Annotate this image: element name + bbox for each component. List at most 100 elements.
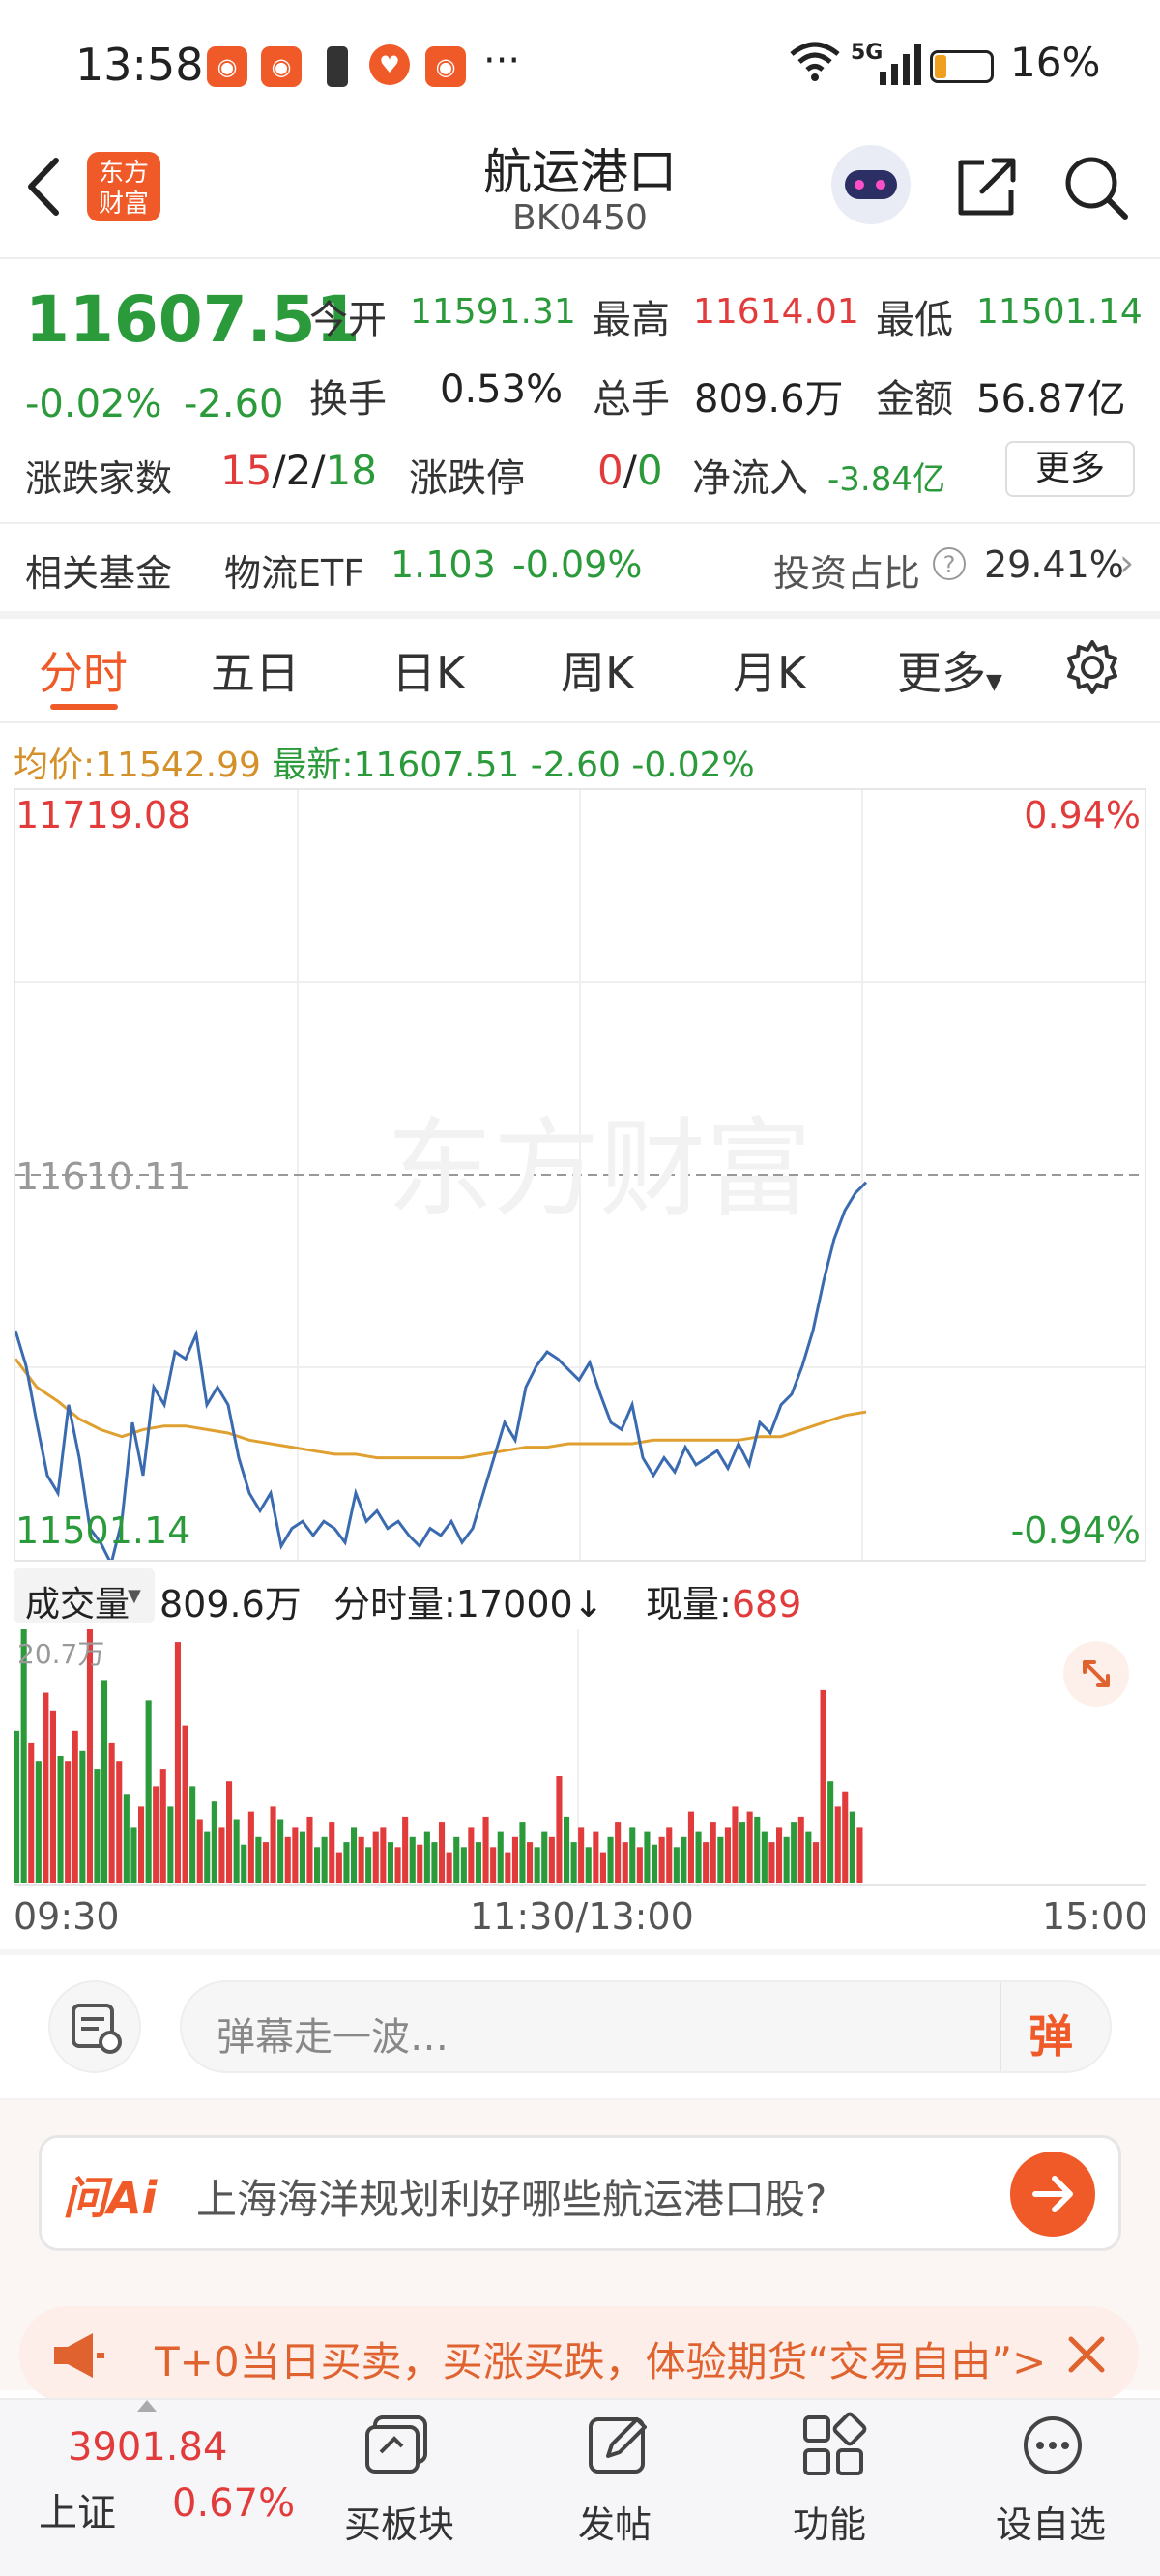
volume-selector[interactable]: 成交量 ▼ (14, 1568, 155, 1625)
volume-bar (241, 1844, 247, 1883)
volume-chart[interactable]: 20.7万 (14, 1629, 1146, 1886)
more-button[interactable]: 更多 (1005, 441, 1135, 497)
add-watchlist-button[interactable]: 设自选 (990, 2400, 1116, 2574)
volume-bar (57, 1756, 64, 1883)
volume-bar (754, 1816, 761, 1883)
volume-bar (615, 1822, 622, 1883)
open-label: 今开 (309, 298, 387, 342)
low-value: 11501.14 (976, 292, 1143, 332)
volume-bar (182, 1725, 188, 1883)
turnover-value: 0.53% (440, 367, 564, 412)
volume-bar (505, 1852, 511, 1883)
volume-bar (284, 1836, 291, 1883)
volume-bar (453, 1836, 460, 1883)
volume-bar (820, 1689, 826, 1883)
volume-bar (732, 1806, 739, 1883)
volume-total: 809.6万 (160, 1583, 302, 1625)
volume-bar (402, 1816, 409, 1883)
tick-volume: 分时量:17000↓ (334, 1583, 604, 1625)
volume-bar (490, 1847, 497, 1883)
functions-button[interactable]: 功能 (775, 2400, 891, 2574)
prev-close-label: 11610.11 (15, 1156, 191, 1198)
volume-bar (673, 1847, 680, 1883)
volume-bar (534, 1847, 540, 1883)
dropdown-caret-icon: ▼ (986, 670, 1002, 694)
tab-five-day[interactable]: 五日 (211, 638, 300, 702)
volume-bar (277, 1819, 284, 1883)
volume-bar (102, 1680, 108, 1883)
help-icon[interactable]: ? (933, 547, 966, 580)
tab-week-k[interactable]: 周K (561, 638, 634, 702)
alert-icon (327, 46, 348, 87)
volume-bar (827, 1781, 834, 1883)
tab-month-k[interactable]: 月K (733, 638, 806, 702)
close-icon[interactable] (1063, 2331, 1110, 2382)
battery-level: 16% (1010, 39, 1101, 86)
volume-bar (798, 1816, 804, 1883)
volume-bar (306, 1816, 313, 1883)
promo-banner[interactable]: T+0当日买卖，买涨买跌，体验期货“交易自由”> (19, 2306, 1139, 2403)
volume-bar (783, 1836, 790, 1883)
limit-counts: 0/0 (597, 447, 663, 494)
volume-bar (460, 1847, 467, 1883)
volume-bar (703, 1842, 710, 1883)
volume-bar (842, 1791, 849, 1883)
volume-bar (351, 1827, 358, 1883)
expand-icon[interactable] (1063, 1641, 1129, 1707)
signal-icon (880, 44, 922, 89)
volume-bar (622, 1842, 628, 1883)
volume-bar (746, 1811, 753, 1883)
volume-max-label: 20.7万 (17, 1638, 105, 1670)
tab-more[interactable]: 更多▼ (897, 638, 1002, 702)
post-button[interactable]: 发帖 (561, 2400, 677, 2574)
volume-bar (387, 1842, 393, 1883)
tab-day-k[interactable]: 日K (392, 638, 465, 702)
ai-question-bar[interactable]: 问Ai 上海海洋规划利好哪些航运港口股? (39, 2135, 1121, 2251)
index-value[interactable]: 3901.84 (68, 2425, 227, 2470)
intraday-chart[interactable]: 东方财富 11719.08 0.94% 11610.11 11501.14 -0… (14, 788, 1146, 1562)
volume-bar (145, 1700, 152, 1883)
index-name[interactable]: 上证 (39, 2481, 116, 2537)
app-notification-icon: ◉ (425, 46, 466, 87)
volume-bar (329, 1822, 335, 1883)
down-arrow-icon: ↓ (572, 1583, 604, 1625)
share-icon[interactable] (953, 155, 1019, 222)
volume-bar (226, 1781, 233, 1883)
volume-bar (629, 1827, 636, 1883)
volume-bar (856, 1827, 863, 1883)
robot-icon[interactable] (831, 145, 911, 224)
volume-bar (511, 1836, 518, 1883)
search-icon[interactable] (1061, 153, 1131, 226)
volume-bar (343, 1842, 350, 1883)
tab-intraday[interactable]: 分时 (39, 638, 128, 702)
ai-question-text: 上海海洋规划利好哪些航运港口股? (196, 2176, 827, 2223)
volume-bar (372, 1831, 379, 1883)
time-start: 09:30 (14, 1895, 120, 1938)
bottom-nav: 3901.84 上证 0.67% 买板块 发帖 功能 设自选 (0, 2398, 1160, 2576)
index-change[interactable]: 0.67% (172, 2481, 295, 2526)
volume-bar (776, 1827, 783, 1883)
volume-bar (189, 1786, 196, 1883)
volume-bar (439, 1822, 446, 1883)
settings-icon[interactable] (1063, 638, 1121, 700)
fund-change: -0.09% (512, 543, 643, 586)
volume-bar (72, 1730, 78, 1883)
volume-bar (805, 1831, 812, 1883)
volume-bar (247, 1811, 254, 1883)
volume-bar (28, 1742, 35, 1883)
volume-bar (570, 1842, 577, 1883)
updown-counts: 15/2/18 (220, 447, 377, 494)
price-line (15, 1181, 868, 1560)
comment-list-icon[interactable] (48, 1980, 141, 2073)
volume-bar (218, 1827, 225, 1883)
volume-bar (652, 1844, 658, 1883)
fund-price: 1.103 (391, 543, 496, 586)
fund-name[interactable]: 物流ETF (224, 543, 364, 597)
danmu-input[interactable]: 弹幕走一波… 弹 (180, 1980, 1112, 2073)
buy-block-button[interactable]: 买板块 (340, 2400, 456, 2574)
volume-bar (292, 1827, 299, 1883)
volume-bar (578, 1827, 585, 1883)
dropdown-caret-icon: ▼ (128, 1586, 141, 1606)
volume-bar (299, 1831, 305, 1883)
volume-bar (446, 1852, 452, 1883)
